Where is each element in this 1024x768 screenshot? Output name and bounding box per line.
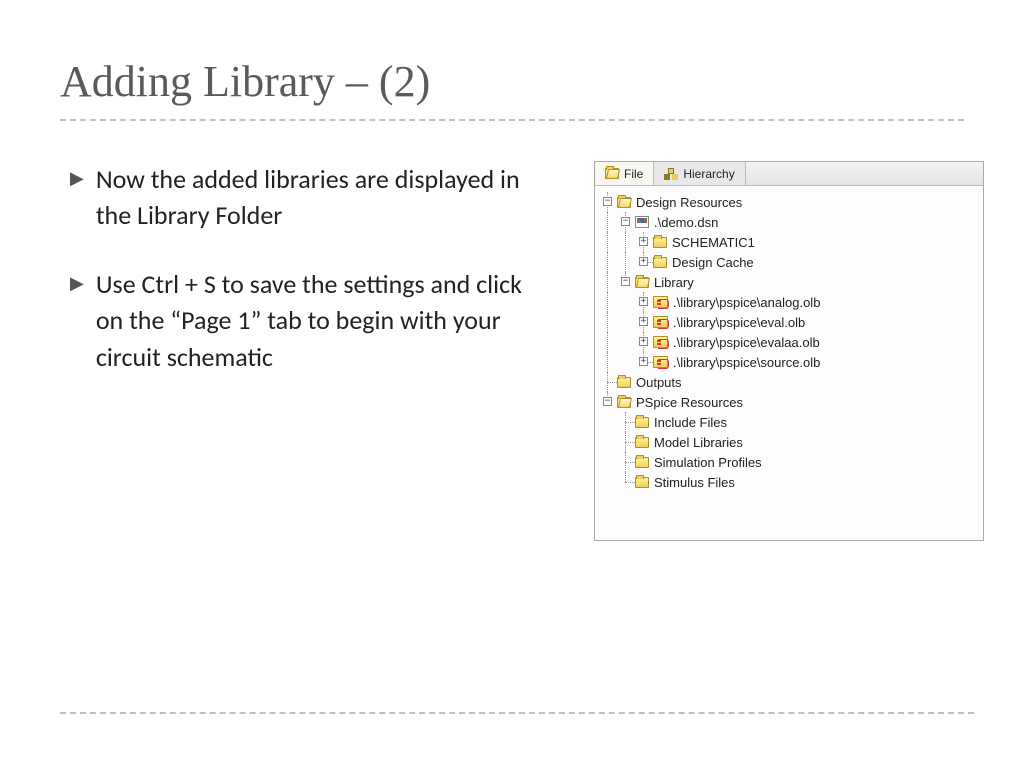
tree-node-design-resources[interactable]: − Design Resources [599,192,979,212]
folder-icon [653,257,667,268]
folder-icon [635,417,649,428]
folder-icon [635,457,649,468]
slide-title: Adding Library – (2) [0,0,1024,119]
collapse-icon[interactable]: − [621,277,630,286]
expand-icon[interactable]: + [639,317,648,326]
bullet-text: Now the added libraries are displayed in… [96,161,540,234]
library-file-icon [653,296,668,308]
expand-icon[interactable]: + [639,257,648,266]
tree-node-lib-analog[interactable]: + .\library\pspice\analog.olb [599,292,979,312]
list-item: ▶ Use Ctrl + S to save the settings and … [70,258,540,375]
hierarchy-icon [664,168,678,180]
tab-label: File [624,167,643,181]
tab-file[interactable]: File [595,162,654,185]
expand-icon[interactable]: + [639,337,648,346]
folder-icon [635,437,649,448]
tree-node-pspice-resources[interactable]: − PSpice Resources [599,392,979,412]
tree-node-lib-evalaa[interactable]: + .\library\pspice\evalaa.olb [599,332,979,352]
tree-node-schematic1[interactable]: + SCHEMATIC1 [599,232,979,252]
folder-open-icon [617,397,631,408]
bullet-list: ▶ Now the added libraries are displayed … [70,161,540,541]
folder-open-icon [605,168,619,179]
bullet-icon: ▶ [70,266,84,375]
design-file-icon [635,216,649,228]
folder-icon [635,477,649,488]
bottom-divider [60,712,974,714]
tab-label: Hierarchy [683,167,734,181]
folder-icon [617,377,631,388]
folder-open-icon [617,197,631,208]
folder-open-icon [635,277,649,288]
tree-node-stimulus-files[interactable]: Stimulus Files [599,472,979,492]
list-item: ▶ Now the added libraries are displayed … [70,161,540,234]
project-panel: File Hierarchy − Design Resources − .\de… [594,161,984,541]
tree-node-simulation-profiles[interactable]: Simulation Profiles [599,452,979,472]
expand-icon[interactable]: + [639,237,648,246]
tree-node-demo-dsn[interactable]: − .\demo.dsn [599,212,979,232]
bullet-text: Use Ctrl + S to save the settings and cl… [96,266,540,375]
content-area: ▶ Now the added libraries are displayed … [0,121,1024,541]
tab-bar: File Hierarchy [595,162,983,186]
tree-node-design-cache[interactable]: + Design Cache [599,252,979,272]
tree-node-model-libraries[interactable]: Model Libraries [599,432,979,452]
tree-node-outputs[interactable]: Outputs [599,372,979,392]
folder-icon [653,237,667,248]
tree-node-library[interactable]: − Library [599,272,979,292]
bullet-icon: ▶ [70,161,84,234]
expand-icon[interactable]: + [639,297,648,306]
library-file-icon [653,316,668,328]
collapse-icon[interactable]: − [621,217,630,226]
tree-node-lib-source[interactable]: + .\library\pspice\source.olb [599,352,979,372]
collapse-icon[interactable]: − [603,197,612,206]
tab-hierarchy[interactable]: Hierarchy [654,162,745,185]
tree-node-lib-eval[interactable]: + .\library\pspice\eval.olb [599,312,979,332]
library-file-icon [653,336,668,348]
collapse-icon[interactable]: − [603,397,612,406]
expand-icon[interactable]: + [639,357,648,366]
library-file-icon [653,356,668,368]
project-tree: − Design Resources − .\demo.dsn + SCHEMA… [595,186,983,498]
tree-node-include-files[interactable]: Include Files [599,412,979,432]
